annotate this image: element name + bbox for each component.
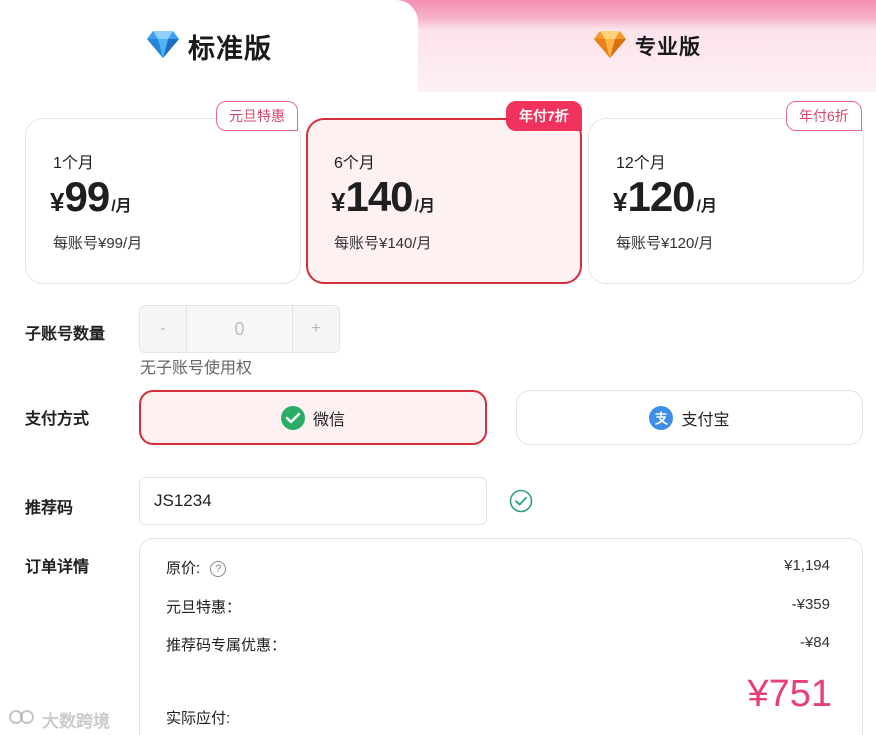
currency-symbol: ¥ bbox=[613, 187, 628, 217]
promo-badge: 元旦特惠 bbox=[216, 101, 298, 131]
price-unit: /月 bbox=[414, 198, 435, 215]
discount-badge: 年付7折 bbox=[506, 101, 582, 131]
wechat-icon bbox=[280, 405, 305, 430]
watermark: 大数跨境 bbox=[8, 707, 110, 732]
check-circle-icon bbox=[509, 489, 533, 513]
referral-discount-value: -¥84 bbox=[799, 634, 830, 651]
plan-price: ¥ 99 /月 bbox=[50, 173, 132, 221]
order-details-label: 订单详情 bbox=[25, 559, 90, 576]
tab-standard[interactable]: 标准版 bbox=[0, 0, 418, 92]
wechat-label: 微信 bbox=[312, 411, 345, 429]
currency-symbol: ¥ bbox=[50, 187, 65, 217]
referral-code-input[interactable]: JS1234 bbox=[139, 477, 487, 525]
watermark-text: 大数跨境 bbox=[42, 712, 110, 731]
newyear-discount-row: 元旦特惠： -¥359 bbox=[166, 596, 830, 617]
referral-code-label: 推荐码 bbox=[25, 500, 74, 517]
currency-symbol: ¥ bbox=[331, 187, 346, 217]
plan-price: ¥ 140 /月 bbox=[331, 173, 435, 221]
plan-period: 12个月 bbox=[616, 155, 666, 172]
per-account-price: 每账号¥99/月 bbox=[53, 235, 143, 252]
original-price-value: ¥1,194 bbox=[784, 557, 830, 574]
sub-account-note: 无子账号使用权 bbox=[140, 360, 253, 377]
per-account-price: 每账号¥120/月 bbox=[616, 235, 714, 252]
price-unit: /月 bbox=[111, 198, 132, 215]
plan-card-12-month[interactable]: 12个月 ¥ 120 /月 每账号¥120/月 bbox=[588, 118, 864, 284]
plan-card-1-month[interactable]: 1个月 ¥ 99 /月 每账号¥99/月 bbox=[25, 118, 301, 284]
tab-standard-label: 标准版 bbox=[188, 33, 272, 64]
total-amount: ¥751 bbox=[747, 673, 832, 715]
help-icon[interactable]: ? bbox=[210, 561, 227, 578]
alipay-label: 支付宝 bbox=[681, 411, 730, 429]
sub-account-label: 子账号数量 bbox=[25, 326, 106, 343]
alipay-icon bbox=[649, 405, 674, 430]
plan-price: ¥ 120 /月 bbox=[613, 173, 717, 221]
newyear-discount-value: -¥359 bbox=[791, 596, 830, 613]
plan-period: 1个月 bbox=[53, 155, 94, 172]
sub-account-count[interactable]: 0 bbox=[186, 306, 293, 352]
price-unit: /月 bbox=[696, 198, 717, 215]
price-amount: 140 bbox=[345, 173, 413, 220]
total-label: 实际应付: bbox=[166, 710, 231, 727]
sub-account-stepper[interactable]: - 0 + bbox=[139, 305, 340, 353]
watermark-logo-icon bbox=[8, 708, 38, 731]
price-amount: 99 bbox=[64, 173, 110, 220]
payment-method-label: 支付方式 bbox=[25, 411, 90, 428]
wechat-pay-button[interactable]: 微信 bbox=[139, 390, 487, 445]
price-amount: 120 bbox=[627, 173, 695, 220]
diamond-icon bbox=[146, 29, 180, 64]
order-details-box: 原价: ? ¥1,194 元旦特惠： -¥359 推荐码专属优惠： -¥84 实… bbox=[139, 538, 863, 735]
per-account-price: 每账号¥140/月 bbox=[334, 235, 432, 252]
referral-discount-row: 推荐码专属优惠： -¥84 bbox=[166, 634, 830, 655]
referral-discount-label: 推荐码专属优惠： bbox=[166, 637, 287, 654]
original-price-row: 原价: ? ¥1,194 bbox=[166, 557, 830, 578]
plan-card-6-month[interactable]: 6个月 ¥ 140 /月 每账号¥140/月 bbox=[306, 118, 582, 284]
tab-pro[interactable]: 专业版 bbox=[418, 0, 876, 92]
discount-badge: 年付6折 bbox=[786, 101, 862, 131]
tab-pro-label: 专业版 bbox=[635, 36, 701, 59]
increment-button[interactable]: + bbox=[293, 306, 339, 352]
decrement-button[interactable]: - bbox=[140, 306, 186, 352]
newyear-discount-label: 元旦特惠： bbox=[166, 599, 242, 616]
plan-period: 6个月 bbox=[334, 155, 375, 172]
alipay-button[interactable]: 支付宝 bbox=[516, 390, 863, 445]
original-price-label: 原价: bbox=[166, 560, 201, 577]
gem-orange-icon bbox=[593, 29, 627, 64]
